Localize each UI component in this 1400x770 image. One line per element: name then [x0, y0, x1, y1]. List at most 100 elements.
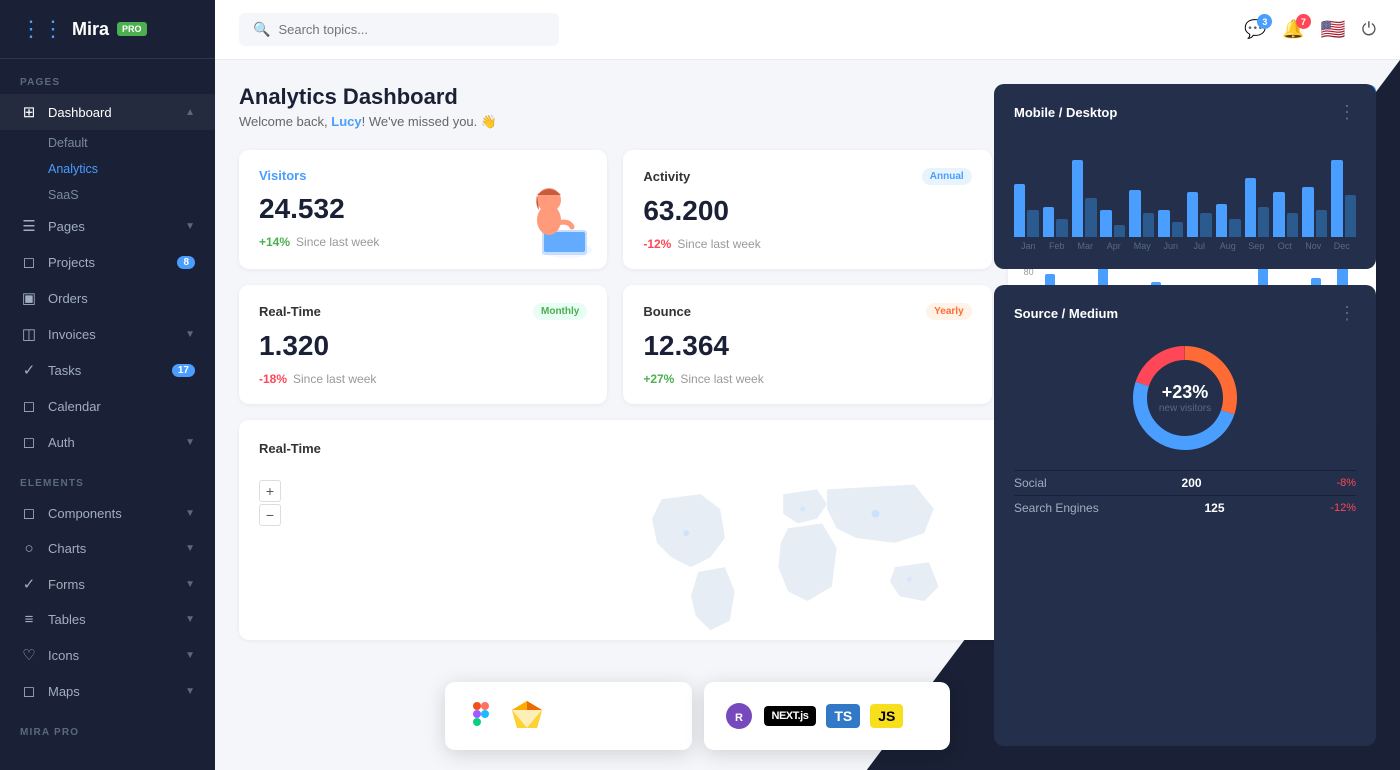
bounce-card: Bounce Yearly 12.364 +27% Since last wee… [623, 285, 991, 404]
zoom-in-button[interactable]: + [259, 480, 281, 502]
activity-change: -12% [643, 237, 671, 251]
dark-desktop-bar [1043, 207, 1054, 237]
visitors-card: Visitors 24.532 +14% Since last week [239, 150, 607, 269]
sidebar-item-icons[interactable]: ♡ Icons ▼ [0, 637, 215, 673]
sidebar-item-label: Charts [48, 541, 175, 556]
sidebar-sub-item-saas[interactable]: SaaS [48, 182, 215, 208]
source-row-search: Search Engines 125 -12% [1014, 495, 1356, 520]
logo-icon: ⋮⋮ [20, 16, 64, 42]
content-area: Analytics Dashboard Welcome back, Lucy! … [215, 60, 1400, 770]
dashboard-submenu: Default Analytics SaaS [0, 130, 215, 208]
sidebar-sub-item-analytics[interactable]: Analytics [48, 156, 215, 182]
donut-center: +23% new visitors [1159, 382, 1211, 414]
dark-mobile-bar [1200, 213, 1211, 237]
main-content: 🔍 💬 3 🔔 7 🇺🇸 ⏻ Analytics Dashboard [215, 0, 1400, 770]
search-wrap[interactable]: 🔍 [239, 13, 559, 46]
power-button[interactable]: ⏻ [1362, 19, 1376, 40]
sidebar-item-tables[interactable]: ≡ Tables ▼ [0, 602, 215, 637]
dark-bar-group [1273, 192, 1298, 237]
dark-chart-title: Mobile / Desktop [1014, 105, 1117, 120]
nextjs-icon: NEXT.js [764, 706, 817, 726]
dark-right-panel: Mobile / Desktop ⋮ JanFebMarAprMayJunJul… [970, 60, 1400, 770]
flag-icon[interactable]: 🇺🇸 [1321, 17, 1346, 42]
typescript-icon: TS [826, 704, 860, 728]
dark-mobile-bar [1345, 195, 1356, 237]
chevron-down-icon: ▼ [185, 650, 195, 661]
sidebar-item-dashboard[interactable]: ⊞ Dashboard ▲ [0, 94, 215, 130]
source-name: Search Engines [1014, 501, 1099, 515]
sidebar-item-invoices[interactable]: ◫ Invoices ▼ [0, 316, 215, 352]
activity-card: Activity Annual 63.200 -12% Since last w… [623, 150, 991, 269]
sidebar-item-label: Tasks [48, 363, 162, 378]
projects-badge: 8 [177, 256, 195, 269]
sidebar-item-calendar[interactable]: ◻ Calendar [0, 388, 215, 424]
svg-text:R: R [735, 712, 743, 724]
dark-desktop-bar [1100, 210, 1111, 237]
dark-chart-card: Mobile / Desktop ⋮ JanFebMarAprMayJunJul… [994, 84, 1376, 269]
invoices-icon: ◫ [20, 325, 38, 343]
tasks-badge: 17 [172, 364, 195, 377]
realtime-card: Real-Time Monthly 1.320 -18% Since last … [239, 285, 607, 404]
sketch-icon [509, 698, 545, 734]
topbar-right: 💬 3 🔔 7 🇺🇸 ⏻ [1244, 17, 1376, 42]
sidebar-item-forms[interactable]: ✓ Forms ▼ [0, 566, 215, 602]
dark-mobile-bar [1085, 198, 1096, 237]
sidebar-item-maps[interactable]: ◻ Maps ▼ [0, 673, 215, 709]
sidebar-item-label: Pages [48, 219, 175, 234]
search-input[interactable] [278, 22, 545, 37]
sidebar-item-components[interactable]: ◻ Components ▼ [0, 495, 215, 531]
sidebar-item-auth[interactable]: ◻ Auth ▼ [0, 424, 215, 460]
dark-bar-group [1043, 207, 1068, 237]
sidebar-item-label: Auth [48, 435, 175, 450]
dark-more-icon[interactable]: ⋮ [1338, 102, 1356, 123]
visitor-illustration [487, 150, 607, 269]
source-more-icon[interactable]: ⋮ [1338, 303, 1356, 324]
page-subtitle: Welcome back, Lucy! We've missed you. 👋 [239, 114, 497, 130]
dark-mobile-bar [1316, 210, 1327, 237]
activity-footer: -12% Since last week [643, 237, 971, 251]
dark-mobile-bar [1258, 207, 1269, 237]
dark-mobile-bar [1056, 219, 1067, 237]
sidebar-item-orders[interactable]: ▣ Orders [0, 280, 215, 316]
dark-mobile-bar [1172, 222, 1183, 237]
sidebar-item-tasks[interactable]: ✓ Tasks 17 [0, 352, 215, 388]
donut-percentage: +23% [1159, 382, 1211, 403]
sidebar-item-projects[interactable]: ◻ Projects 8 [0, 244, 215, 280]
bounce-badge: Yearly [926, 303, 971, 320]
sidebar-item-charts[interactable]: ○ Charts ▼ [0, 531, 215, 566]
projects-icon: ◻ [20, 253, 38, 271]
sidebar-item-pages[interactable]: ☰ Pages ▼ [0, 208, 215, 244]
realtime-change: -18% [259, 372, 287, 386]
dark-month-label: Feb [1043, 241, 1072, 251]
chevron-down-icon: ▼ [185, 686, 195, 697]
javascript-icon: JS [870, 704, 903, 728]
sidebar-sub-item-default[interactable]: Default [48, 130, 215, 156]
source-value: 200 [1182, 476, 1202, 490]
chevron-down-icon: ▼ [185, 221, 195, 232]
tech-logos-area: R NEXT.js TS JS [445, 682, 950, 750]
source-header: Source / Medium ⋮ [1014, 303, 1356, 324]
dark-mobile-bar [1229, 219, 1240, 237]
dark-desktop-bar [1302, 187, 1313, 237]
source-change: -12% [1330, 502, 1356, 514]
source-row-social: Social 200 -8% [1014, 470, 1356, 495]
dark-bar-group [1014, 184, 1039, 237]
sidebar-item-label: Tables [48, 612, 175, 627]
dark-chart-header: Mobile / Desktop ⋮ [1014, 102, 1356, 123]
source-title: Source / Medium [1014, 306, 1118, 321]
notifications-button[interactable]: 💬 3 [1244, 19, 1266, 40]
alerts-button[interactable]: 🔔 7 [1282, 19, 1304, 40]
sidebar-item-label: Maps [48, 684, 175, 699]
zoom-out-button[interactable]: − [259, 504, 281, 526]
visitors-since: Since last week [296, 235, 379, 249]
map-controls: + − [259, 480, 281, 526]
dark-desktop-bar [1072, 160, 1083, 237]
dark-mobile-bar [1287, 213, 1298, 237]
chevron-down-icon: ▼ [185, 437, 195, 448]
dark-mobile-bar [1027, 210, 1038, 237]
page-title: Analytics Dashboard [239, 84, 497, 110]
dark-month-label: Nov [1299, 241, 1328, 251]
notifications-badge: 3 [1257, 14, 1272, 29]
dark-bar-group [1100, 210, 1125, 237]
sidebar-item-label: Icons [48, 648, 175, 663]
